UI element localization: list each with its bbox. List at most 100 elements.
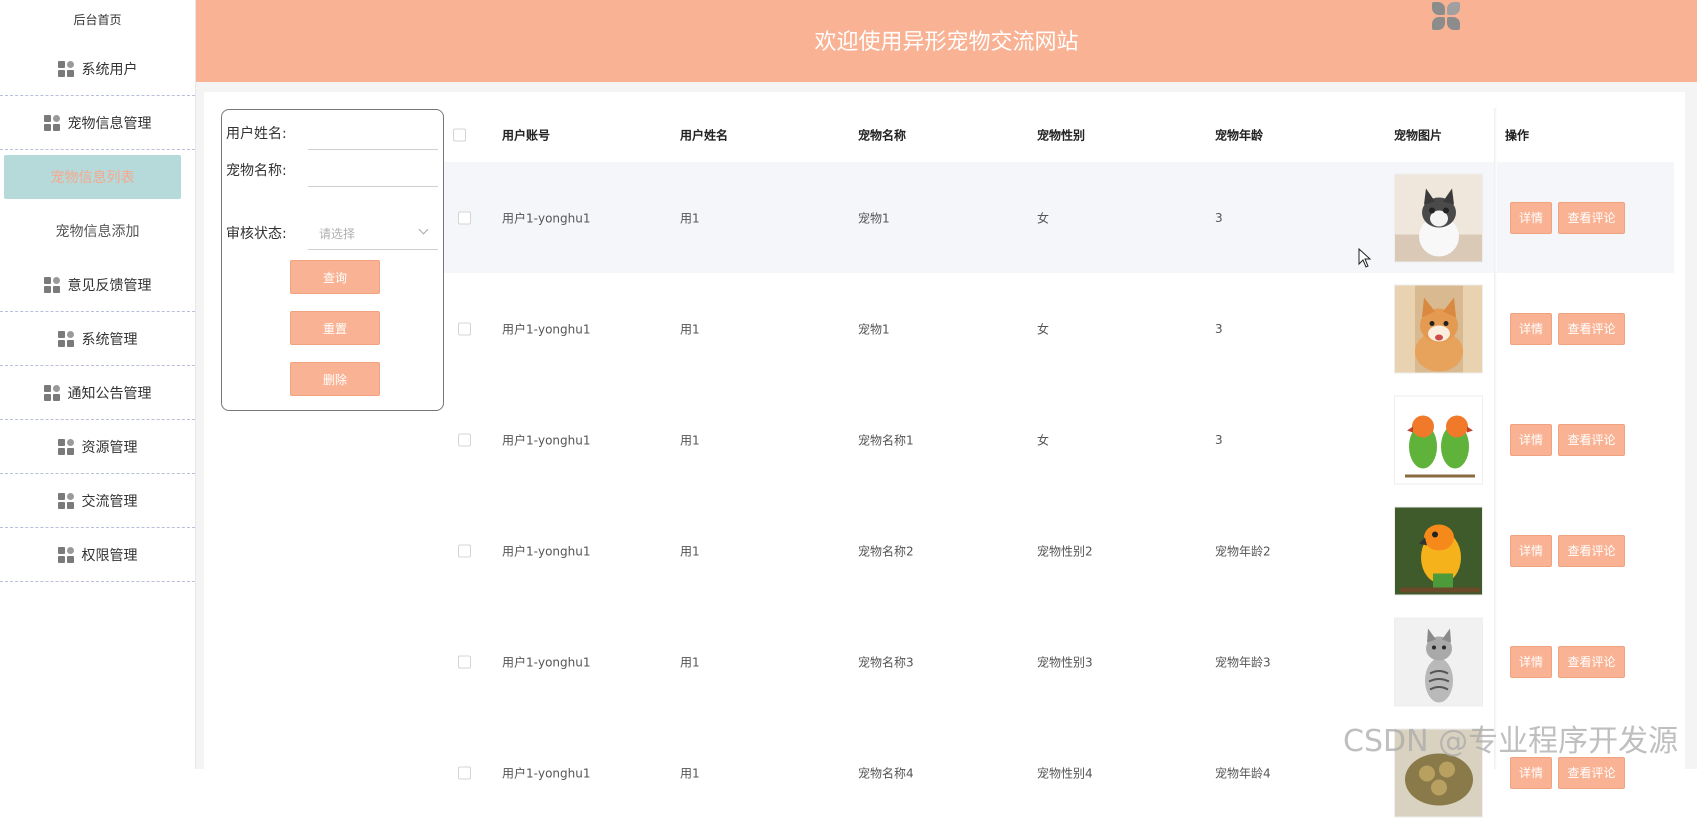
query-button[interactable]: 查询 [290,260,380,294]
row-checkbox[interactable] [458,766,471,779]
col-header: 用户账号 [502,128,551,143]
col-header: 宠物名称 [858,128,907,143]
top-header: 欢迎使用异形宠物交流网站 [196,0,1697,82]
detail-button[interactable]: 详情 [1510,201,1552,234]
sidebar: 后台首页 系统用户 宠物信息管理 宠物信息列表 宠物信息添加 意见反馈管理 系统… [0,0,196,769]
cell-account: 用户1-yonghu1 [502,211,591,225]
sidebar-item-pet-info[interactable]: 宠物信息管理 [0,96,195,150]
menu-grid-icon [57,546,74,563]
status-label: 审核状态: [226,226,287,242]
row-checkbox[interactable] [458,433,471,446]
cell-user-name: 用1 [680,655,700,669]
delete-button[interactable]: 删除 [290,362,380,396]
view-comments-button[interactable]: 查看评论 [1558,423,1625,456]
table-row: 用户1-yonghu1 用1 宠物1 女 3 详情 查看评论 [444,162,1674,273]
sidebar-item-label: 系统用户 [81,61,138,78]
menu-grid-icon [57,330,74,347]
cell-user-name: 用1 [680,544,700,558]
sidebar-item-label: 权限管理 [81,547,138,564]
view-comments-button[interactable]: 查看评论 [1558,756,1625,789]
row-checkbox[interactable] [458,544,471,557]
cell-pet-name: 宠物名称1 [858,433,914,447]
col-header: 操作 [1505,128,1530,143]
page-title: 欢迎使用异形宠物交流网站 [814,30,1079,55]
cell-pet-name: 宠物名称4 [858,766,914,780]
col-header: 用户姓名 [680,128,729,143]
detail-button[interactable]: 详情 [1510,645,1552,678]
menu-grid-icon [57,60,74,77]
cell-pet-age: 3 [1215,210,1223,225]
cell-pet-gender: 宠物性别2 [1037,544,1093,558]
table-row: 用户1-yonghu1 用1 宠物名称2 宠物性别2 宠物年龄2 详情 查看评论 [444,495,1674,606]
sidebar-item-label: 交流管理 [81,493,138,510]
sidebar-item-feedback[interactable]: 意见反馈管理 [0,258,195,312]
pet-name-input[interactable] [308,186,438,187]
cell-pet-age: 宠物年龄4 [1215,766,1271,780]
col-header: 宠物性别 [1037,128,1086,143]
cell-pet-name: 宠物名称3 [858,655,914,669]
cell-pet-age: 3 [1215,321,1223,336]
col-header: 宠物年龄 [1215,128,1264,143]
cell-user-name: 用1 [680,766,700,780]
table-row: 用户1-yonghu1 用1 宠物1 女 3 详情 查看评论 [444,273,1674,384]
cell-account: 用户1-yonghu1 [502,322,591,336]
sidebar-subitem-pet-list[interactable]: 宠物信息列表 [4,155,181,199]
menu-grid-icon [43,115,60,131]
status-select-placeholder: 请选择 [319,227,356,241]
pet-image [1394,173,1483,262]
detail-button[interactable]: 详情 [1510,756,1552,789]
sidebar-item-system-mgmt[interactable]: 系统管理 [0,312,195,366]
cell-pet-gender: 宠物性别4 [1037,766,1093,780]
detail-button[interactable]: 详情 [1510,312,1552,345]
watermark: CSDN @专业程序开发源 [1343,724,1679,759]
view-comments-button[interactable]: 查看评论 [1558,201,1625,234]
reset-button[interactable]: 重置 [290,311,380,345]
user-name-label: 用户姓名: [226,126,287,142]
pet-name-label: 宠物名称: [226,163,287,179]
menu-grid-icon [43,384,60,401]
sidebar-subitem-pet-add[interactable]: 宠物信息添加 [0,204,195,258]
sidebar-item-exchange[interactable]: 交流管理 [0,474,195,528]
sidebar-item-resources[interactable]: 资源管理 [0,420,195,474]
sidebar-item-label: 资源管理 [81,439,138,456]
view-comments-button[interactable]: 查看评论 [1558,312,1625,345]
sidebar-item-permissions[interactable]: 权限管理 [0,528,195,582]
menu-grid-icon [57,438,74,455]
cell-pet-age: 宠物年龄2 [1215,544,1271,558]
fixed-column-shadow [1494,108,1497,769]
menu-grid-icon [57,492,74,509]
view-comments-button[interactable]: 查看评论 [1558,534,1625,567]
cell-pet-name: 宠物1 [858,211,890,225]
col-header: 宠物图片 [1394,128,1443,143]
cell-user-name: 用1 [680,322,700,336]
menu-grid-icon [43,276,60,293]
detail-button[interactable]: 详情 [1510,423,1552,456]
pet-image [1394,284,1483,373]
user-name-input[interactable] [308,149,438,150]
chevron-down-icon [418,224,429,235]
pet-image [1394,506,1483,595]
table-row: 用户1-yonghu1 用1 宠物名称3 宠物性别3 宠物年龄3 详情 查看评论 [444,606,1674,717]
cell-user-name: 用1 [680,433,700,447]
select-all-checkbox[interactable] [453,128,466,142]
table-row: 用户1-yonghu1 用1 宠物名称1 女 3 详情 查看评论 [444,384,1674,495]
row-checkbox[interactable] [458,211,471,224]
cell-pet-gender: 女 [1037,322,1050,336]
sidebar-home-link[interactable]: 后台首页 [0,0,195,42]
cell-pet-gender: 女 [1037,433,1050,447]
cell-pet-name: 宠物名称2 [858,544,914,558]
cell-pet-age: 宠物年龄3 [1215,655,1271,669]
sidebar-item-notices[interactable]: 通知公告管理 [0,366,195,420]
detail-button[interactable]: 详情 [1510,534,1552,567]
sidebar-item-label: 系统管理 [81,331,138,348]
cell-account: 用户1-yonghu1 [502,433,591,447]
sidebar-item-label: 意见反馈管理 [67,277,152,294]
view-comments-button[interactable]: 查看评论 [1558,645,1625,678]
row-checkbox[interactable] [458,322,471,335]
cell-user-name: 用1 [680,211,700,225]
pet-image [1394,617,1483,706]
cell-pet-gender: 宠物性别3 [1037,655,1093,669]
search-form: 用户姓名: 宠物名称: 审核状态: 请选择 查询 重置 删除 [221,109,444,411]
sidebar-item-system-users[interactable]: 系统用户 [0,42,195,96]
row-checkbox[interactable] [458,655,471,668]
